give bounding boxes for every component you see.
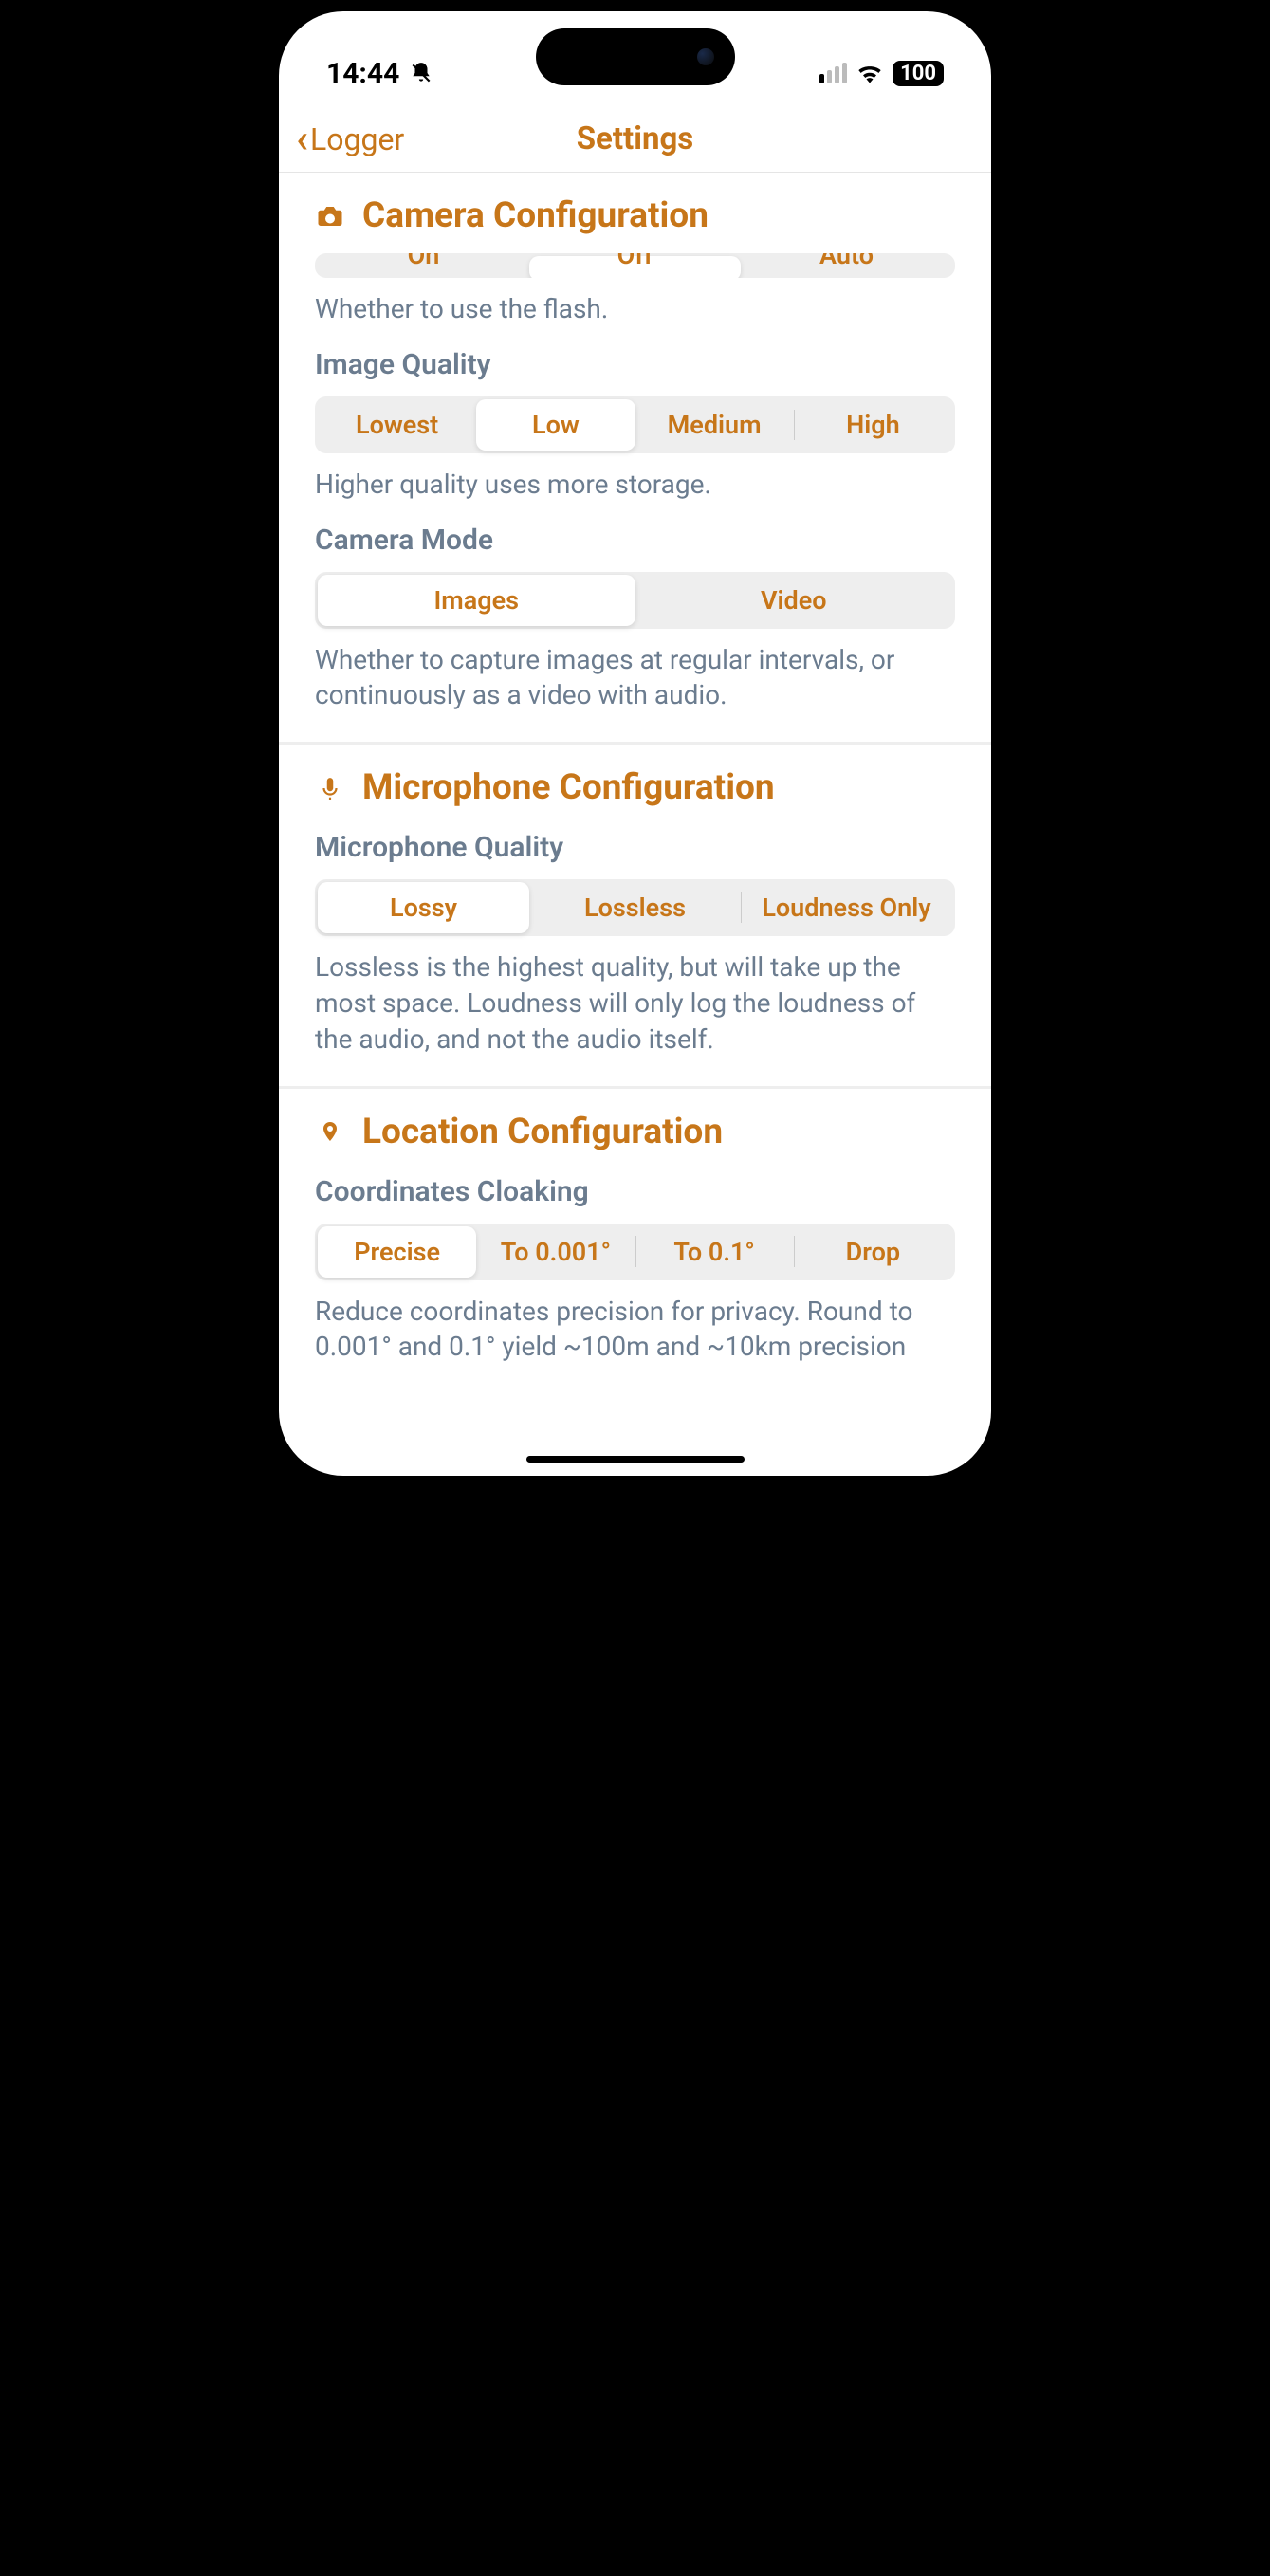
label-mic-quality: Microphone Quality xyxy=(315,831,955,864)
seg-mq-lossless[interactable]: Lossless xyxy=(529,882,741,933)
location-pin-icon xyxy=(315,1116,345,1147)
back-label: Logger xyxy=(310,121,404,157)
help-cloaking: Reduce coordinates precision for privacy… xyxy=(315,1294,955,1366)
segmented-image-quality[interactable]: Lowest Low Medium High xyxy=(315,396,955,453)
microphone-icon xyxy=(315,773,345,803)
section-title-microphone: Microphone Configuration xyxy=(362,767,775,808)
chevron-left-icon: ‹ xyxy=(296,120,308,159)
seg-clk-01[interactable]: To 0.1° xyxy=(635,1226,794,1278)
section-body-location: Coordinates Cloaking Precise To 0.001° T… xyxy=(279,1175,991,1394)
phone-screen: 14:44 100 ‹ Logger Settings Camera Confi… xyxy=(279,11,991,1476)
label-image-quality: Image Quality xyxy=(315,348,955,381)
dynamic-island xyxy=(536,28,735,85)
seg-clk-drop[interactable]: Drop xyxy=(794,1226,952,1278)
help-camera-mode: Whether to capture images at regular int… xyxy=(315,642,955,714)
section-title-location: Location Configuration xyxy=(362,1112,723,1152)
phone-frame: 14:44 100 ‹ Logger Settings Camera Confi… xyxy=(267,0,1003,1487)
bell-slash-icon xyxy=(409,61,433,85)
section-title-camera: Camera Configuration xyxy=(362,195,709,236)
segmented-mic-quality[interactable]: Lossy Lossless Loudness Only xyxy=(315,879,955,936)
status-left: 14:44 xyxy=(326,57,433,90)
label-camera-mode: Camera Mode xyxy=(315,524,955,557)
section-body-microphone: Microphone Quality Lossy Lossless Loudne… xyxy=(279,831,991,1088)
seg-mq-loudness[interactable]: Loudness Only xyxy=(741,882,952,933)
seg-flash-auto[interactable]: Auto xyxy=(741,256,952,278)
back-button[interactable]: ‹ Logger xyxy=(296,120,404,159)
seg-cm-video[interactable]: Video xyxy=(635,575,953,626)
home-indicator[interactable] xyxy=(526,1456,745,1463)
battery-badge: 100 xyxy=(893,61,944,86)
seg-iq-high[interactable]: High xyxy=(794,399,952,451)
seg-cm-images[interactable]: Images xyxy=(318,575,635,626)
seg-clk-precise[interactable]: Precise xyxy=(318,1226,476,1278)
camera-icon xyxy=(315,201,345,231)
seg-flash-off[interactable]: Off xyxy=(529,256,741,278)
seg-mq-lossy[interactable]: Lossy xyxy=(318,882,529,933)
cellular-icon xyxy=(819,63,847,83)
page-title: Settings xyxy=(577,120,694,157)
section-header-location: Location Configuration xyxy=(279,1089,991,1169)
seg-flash-on[interactable]: On xyxy=(318,256,529,278)
section-header-camera: Camera Configuration xyxy=(279,173,991,253)
clock-text: 14:44 xyxy=(326,57,399,90)
seg-clk-001[interactable]: To 0.001° xyxy=(476,1226,635,1278)
seg-iq-lowest[interactable]: Lowest xyxy=(318,399,476,451)
help-flash: Whether to use the flash. xyxy=(315,291,955,327)
segmented-flash[interactable]: On Off Auto xyxy=(315,253,955,278)
wifi-icon xyxy=(856,63,883,83)
seg-iq-medium[interactable]: Medium xyxy=(635,399,794,451)
nav-header: ‹ Logger Settings xyxy=(279,106,991,173)
segmented-cloaking[interactable]: Precise To 0.001° To 0.1° Drop xyxy=(315,1224,955,1280)
section-header-microphone: Microphone Configuration xyxy=(279,745,991,825)
status-right: 100 xyxy=(819,61,944,86)
seg-iq-low[interactable]: Low xyxy=(476,399,635,451)
settings-content[interactable]: Camera Configuration On Off Auto Whether… xyxy=(279,173,991,1476)
section-body-camera: On Off Auto Whether to use the flash. Im… xyxy=(279,253,991,745)
segmented-camera-mode[interactable]: Images Video xyxy=(315,572,955,629)
label-cloaking: Coordinates Cloaking xyxy=(315,1175,955,1208)
help-mic-quality: Lossless is the highest quality, but wil… xyxy=(315,949,955,1057)
help-image-quality: Higher quality uses more storage. xyxy=(315,467,955,503)
